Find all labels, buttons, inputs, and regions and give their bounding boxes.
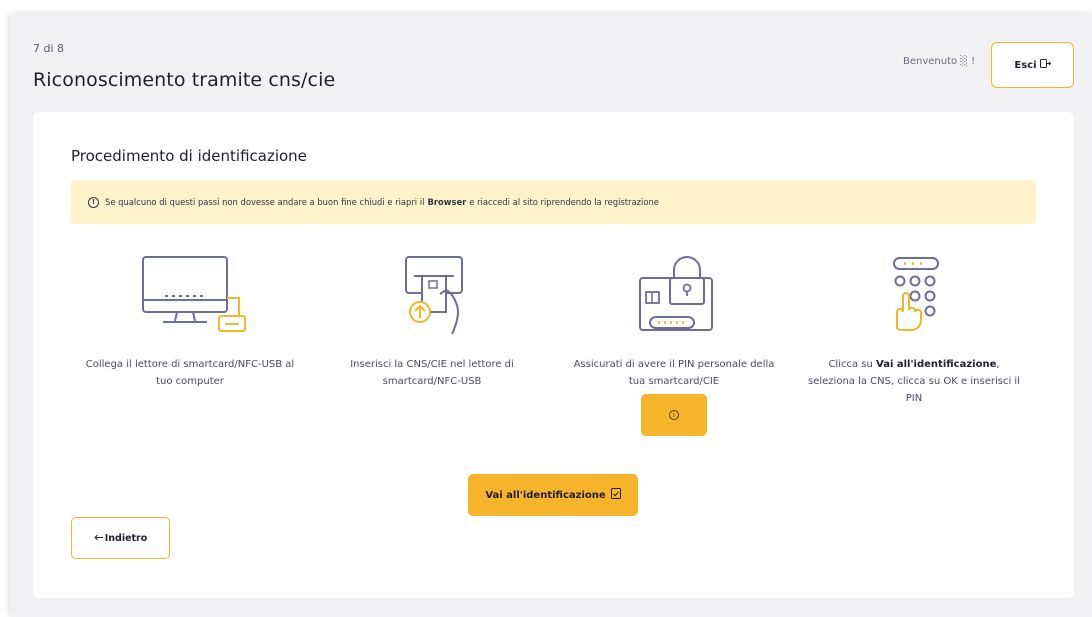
step-3-label: Assicurati di avere il PIN personale del… [573,359,775,387]
warning-text-before: Se qualcuno di questi passi non dovesse … [105,197,425,207]
step-2-label: Inserisci la CNS/CIE nel lettore di smar… [350,359,514,387]
arrow-left-icon [94,533,103,544]
go-to-identification-button[interactable]: Vai all'identificazione [468,474,638,516]
insert-card-icon [400,254,470,340]
exit-icon [1039,59,1051,71]
warning-text-bold: Browser [427,197,467,207]
section-title: Procedimento di identificazione [71,147,307,165]
step-3-text: Assicurati di avere il PIN personale del… [564,356,784,390]
info-circle-icon: ! [88,196,99,208]
computer-card-reader-icon [135,254,255,340]
checklist-icon [610,488,621,502]
locked-card-pin-icon [636,254,716,340]
step-indicator: 7 di 8 [33,42,65,55]
info-circle-icon: i [669,410,679,420]
step-1-text: Collega il lettore di smartcard/NFC-USB … [80,356,300,390]
step-1-label: Collega il lettore di smartcard/NFC-USB … [85,359,295,387]
keypad-pin-icon [890,254,950,340]
step-4-text-before: Clicca su [828,359,873,370]
step-4-text: Clicca su Vai all'identificazione, selez… [804,356,1024,407]
back-button[interactable]: Indietro [71,517,170,559]
back-button-label: Indietro [104,532,148,544]
exit-label: Esci [1014,59,1037,71]
pin-info-button[interactable]: i [641,394,707,436]
go-button-label: Vai all'identificazione [485,489,606,501]
step-2-text: Inserisci la CNS/CIE nel lettore di smar… [322,356,542,390]
welcome-text: Benvenuto ░ ! [903,56,976,67]
page-title: Riconoscimento tramite cns/cie [33,69,336,91]
step-4-text-bold: Vai all'identificazione [876,359,997,370]
exit-button[interactable]: Esci [991,42,1074,88]
warning-banner: ! Se qualcuno di questi passi non dovess… [71,180,1036,224]
warning-text-after: e riaccedi al sito riprendendo la regist… [469,197,659,207]
